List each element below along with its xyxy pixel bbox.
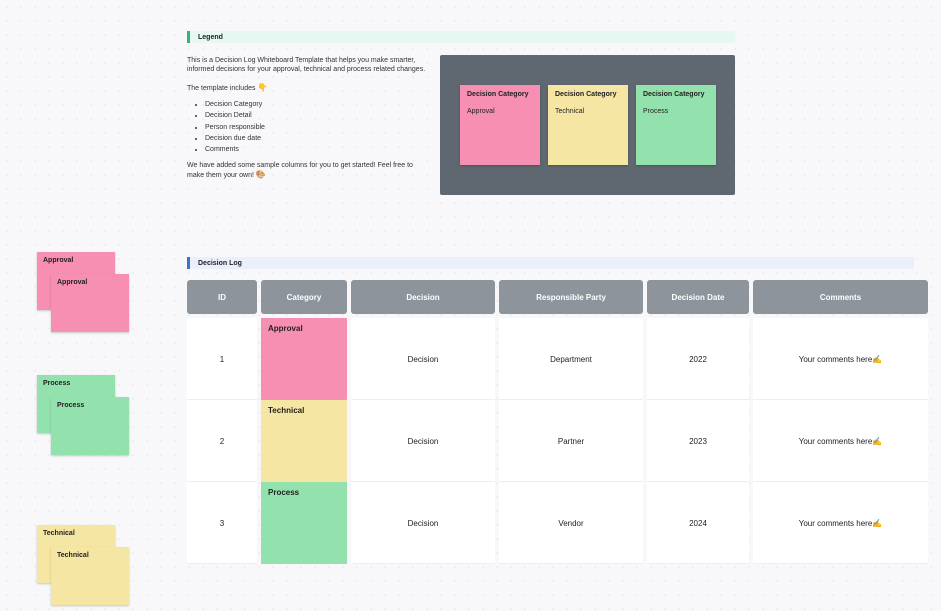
legend-outro: We have added some sample columns for yo… — [187, 161, 429, 181]
cell-decision[interactable]: Decision — [351, 318, 495, 400]
cell-id[interactable]: 3 — [187, 482, 257, 564]
cell-date[interactable]: 2022 — [647, 318, 749, 400]
table-row[interactable]: 1 Approval Decision Department 2022 Your… — [187, 318, 928, 400]
legend-note-approval[interactable]: Decision Category Approval — [460, 85, 540, 165]
cell-date[interactable]: 2023 — [647, 400, 749, 482]
cell-category[interactable]: Approval — [261, 318, 347, 400]
category-sticky-process[interactable]: Process — [261, 482, 347, 564]
table-row[interactable]: 2 Technical Decision Partner 2023 Your c… — [187, 400, 928, 482]
writing-hand-icon: ✍️ — [872, 355, 882, 364]
legend-category-panel: Decision Category Approval Decision Cate… — [440, 55, 735, 195]
writing-hand-icon: ✍️ — [872, 437, 882, 446]
legend-note-process[interactable]: Decision Category Process — [636, 85, 716, 165]
table-row[interactable]: 3 Process Decision Vendor 2024 Your comm… — [187, 482, 928, 564]
legend-note-technical[interactable]: Decision Category Technical — [548, 85, 628, 165]
category-sticky-technical[interactable]: Technical — [261, 400, 347, 482]
cell-id[interactable]: 2 — [187, 400, 257, 482]
decision-log-section-header: Decision Log — [187, 257, 914, 269]
header-date: Decision Date — [647, 280, 749, 314]
cell-responsible[interactable]: Vendor — [499, 482, 643, 564]
palette-icon: 🎨 — [256, 170, 266, 179]
legend-bullet-list: Decision Category Decision Detail Person… — [205, 100, 429, 155]
legend-title: Legend — [198, 34, 223, 41]
cell-category[interactable]: Process — [261, 482, 347, 564]
legend-note-title: Decision Category — [467, 91, 533, 98]
sticky-note[interactable]: Approval — [51, 274, 129, 332]
legend-note-title: Decision Category — [643, 91, 709, 98]
cell-decision[interactable]: Decision — [351, 400, 495, 482]
legend-bullet: Decision Category — [205, 100, 429, 109]
legend-note-subtitle: Process — [643, 108, 709, 115]
legend-note-subtitle: Technical — [555, 108, 621, 115]
legend-bullet: Comments — [205, 145, 429, 154]
sticky-note[interactable]: Process — [51, 397, 129, 455]
sticky-stack-process[interactable]: Process Process — [37, 375, 125, 443]
sticky-stack-technical[interactable]: Technical Technical — [37, 525, 125, 593]
legend-includes: The template includes 👇 — [187, 83, 429, 94]
legend-intro: This is a Decision Log Whiteboard Templa… — [187, 56, 429, 75]
cell-comments[interactable]: Your comments here ✍️ — [753, 318, 928, 400]
legend-bullet: Person responsible — [205, 123, 429, 132]
table-header-row: ID Category Decision Responsible Party D… — [187, 280, 928, 314]
writing-hand-icon: ✍️ — [872, 519, 882, 528]
category-sticky-approval[interactable]: Approval — [261, 318, 347, 400]
header-responsible: Responsible Party — [499, 280, 643, 314]
cell-comments[interactable]: Your comments here ✍️ — [753, 482, 928, 564]
pointing-down-icon: 👇 — [257, 83, 267, 92]
cell-responsible[interactable]: Partner — [499, 400, 643, 482]
header-decision: Decision — [351, 280, 495, 314]
decision-log-table: ID Category Decision Responsible Party D… — [187, 280, 928, 564]
legend-note-subtitle: Approval — [467, 108, 533, 115]
sticky-note[interactable]: Technical — [51, 547, 129, 605]
sticky-stack-approval[interactable]: Approval Approval — [37, 252, 125, 320]
cell-date[interactable]: 2024 — [647, 482, 749, 564]
header-category: Category — [261, 280, 347, 314]
cell-id[interactable]: 1 — [187, 318, 257, 400]
legend-body: This is a Decision Log Whiteboard Templa… — [187, 56, 429, 181]
cell-decision[interactable]: Decision — [351, 482, 495, 564]
legend-bullet: Decision due date — [205, 134, 429, 143]
legend-section-header: Legend — [187, 31, 735, 43]
cell-responsible[interactable]: Department — [499, 318, 643, 400]
header-comments: Comments — [753, 280, 928, 314]
cell-comments[interactable]: Your comments here ✍️ — [753, 400, 928, 482]
decision-log-title: Decision Log — [198, 260, 242, 267]
legend-bullet: Decision Detail — [205, 111, 429, 120]
header-id: ID — [187, 280, 257, 314]
legend-note-title: Decision Category — [555, 91, 621, 98]
cell-category[interactable]: Technical — [261, 400, 347, 482]
